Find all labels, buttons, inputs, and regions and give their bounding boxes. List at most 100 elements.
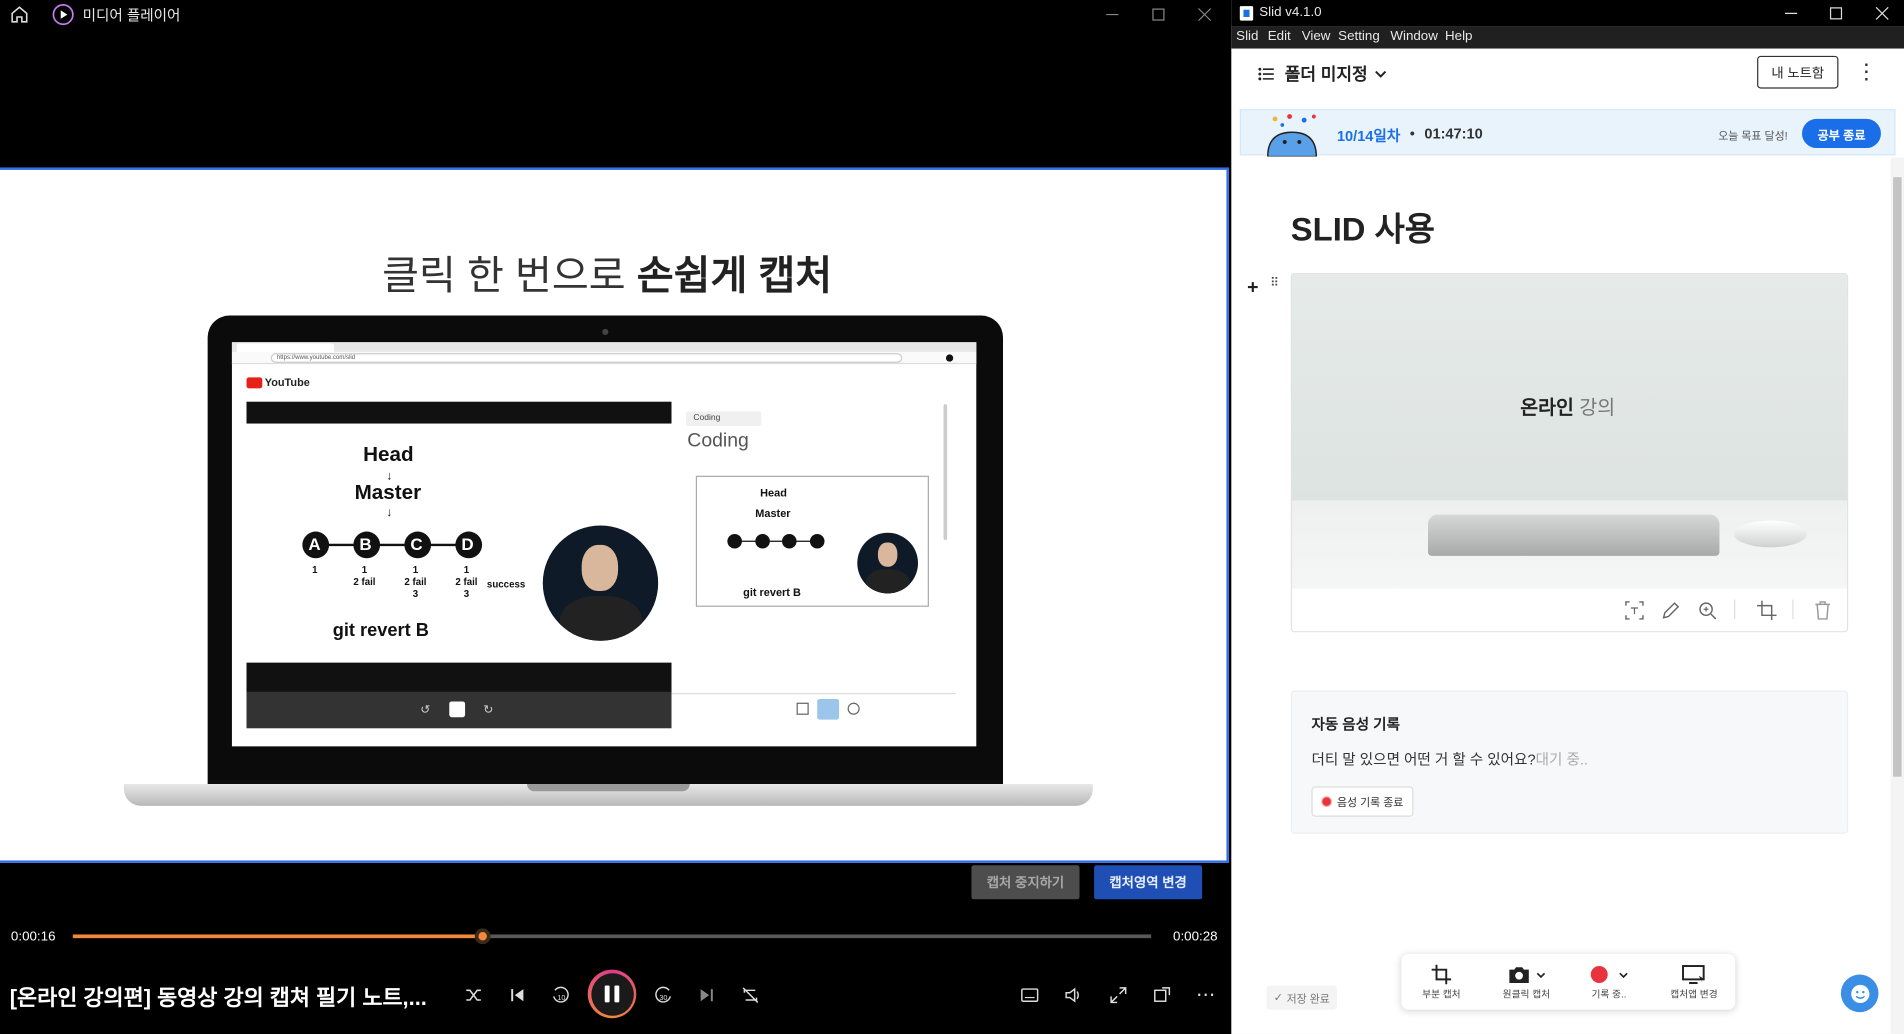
- oneclick-capture-button[interactable]: 원클릭 캡처: [1496, 964, 1557, 1002]
- subtitles-icon[interactable]: [1015, 981, 1044, 1010]
- rewind-10-icon[interactable]: 10: [546, 981, 575, 1010]
- record-icon: [1321, 796, 1333, 808]
- maximize-icon[interactable]: [1814, 0, 1858, 27]
- seek-bar[interactable]: [72, 928, 1152, 945]
- svg-text:10: 10: [557, 993, 565, 1002]
- menu-help[interactable]: Help: [1445, 29, 1472, 44]
- presenter-avatar: [542, 525, 659, 641]
- text-extract-icon[interactable]: [1624, 600, 1646, 622]
- minimize-icon[interactable]: [1090, 0, 1134, 29]
- smile-icon: [1850, 984, 1869, 1003]
- capture-area-change-button[interactable]: 캡처영역 변경: [1094, 865, 1203, 900]
- slid-window-title: Slid v4.1.0: [1259, 4, 1322, 20]
- node-d: D: [461, 533, 474, 554]
- crop-icon[interactable]: [1756, 600, 1778, 622]
- maximize-icon[interactable]: [1137, 0, 1181, 29]
- captured-image-block[interactable]: 온라인 강의: [1290, 273, 1849, 633]
- editor-scrollbar[interactable]: [1890, 157, 1904, 1034]
- forward-icon[interactable]: ↻: [483, 704, 493, 717]
- menu-setting[interactable]: Setting: [1338, 29, 1380, 44]
- repeat-off-icon[interactable]: [736, 981, 765, 1010]
- chevron-down-icon: [1375, 70, 1387, 78]
- slide-heading: 클릭 한 번으로 손쉽게 캡처: [382, 252, 833, 298]
- slid-logo-icon: [1239, 6, 1254, 21]
- end-study-button[interactable]: 공부 종료: [1802, 118, 1881, 149]
- forward-30-icon[interactable]: 30: [648, 981, 677, 1010]
- previous-icon[interactable]: [503, 981, 532, 1010]
- voice-record-stop-button[interactable]: 음성 기록 종료: [1311, 786, 1414, 817]
- my-notes-button[interactable]: 내 노트함: [1757, 55, 1839, 89]
- pause-icon[interactable]: [449, 701, 466, 718]
- image-caption: 온라인 강의: [1520, 398, 1616, 419]
- menu-window[interactable]: Window: [1390, 29, 1438, 44]
- slid-menubar: Slid Edit View Setting Window Help: [1231, 26, 1904, 49]
- chat-support-button[interactable]: [1840, 974, 1879, 1013]
- edit-pen-icon[interactable]: [1660, 600, 1682, 622]
- mascot-icon: [1263, 113, 1321, 157]
- menu-slid[interactable]: Slid: [1236, 29, 1258, 44]
- panel-scrollbar[interactable]: [943, 404, 948, 541]
- miniplayer-icon[interactable]: [1148, 981, 1177, 1010]
- study-day: 10/14일차: [1336, 127, 1401, 145]
- fullscreen-icon[interactable]: [1104, 981, 1133, 1010]
- check-icon: ✓: [1273, 990, 1283, 1004]
- record-button[interactable]: 기록 중..: [1585, 964, 1634, 1002]
- diagram-head: Head: [363, 442, 414, 467]
- panel-title: Coding: [687, 430, 749, 452]
- trash-icon[interactable]: [1812, 600, 1834, 622]
- next-icon[interactable]: [692, 981, 721, 1010]
- monitor-icon: [1682, 965, 1705, 984]
- slid-window: Slid v4.1.0 Slid Edit View Setting Windo…: [1231, 0, 1904, 1034]
- laptop-photo: [1428, 514, 1720, 556]
- volume-icon[interactable]: [1059, 981, 1088, 1010]
- more-vertical-icon[interactable]: · · ·: [1864, 56, 1870, 88]
- pause-icon: [590, 972, 634, 1016]
- video-frame[interactable]: 클릭 한 번으로 손쉽게 캡처 https://www.youtube.com/…: [0, 167, 1229, 863]
- seek-bar-progress: [72, 934, 483, 939]
- folder-selector[interactable]: 폴더 미지정: [1258, 62, 1387, 86]
- voice-transcript: 더티 말 있으면 어떤 거 할 수 있어요?대기 중..: [1311, 751, 1588, 769]
- drag-handle-icon[interactable]: ⠿: [1270, 277, 1279, 289]
- document-title[interactable]: SLID 사용: [1291, 203, 1435, 250]
- crop-icon: [1431, 964, 1452, 985]
- close-icon[interactable]: [1183, 0, 1227, 29]
- node-a: A: [308, 533, 321, 554]
- oneclick-capture-icon[interactable]: [817, 699, 840, 720]
- media-player-window: 미디어 플레이어 클릭 한 번으로 손쉽게 캡처 https://www.you…: [0, 0, 1229, 1034]
- total-time: 0:00:28: [1173, 929, 1218, 945]
- capture-app-change-button[interactable]: 캡처앱 변경: [1664, 964, 1725, 1002]
- more-icon[interactable]: ⋯: [1191, 981, 1220, 1010]
- laptop-camera: [602, 328, 609, 335]
- record-icon[interactable]: [847, 702, 860, 715]
- menu-view[interactable]: View: [1302, 29, 1331, 44]
- mouse-photo: [1734, 520, 1807, 548]
- play-pause-button[interactable]: [587, 969, 637, 1019]
- replay-icon[interactable]: ↺: [420, 704, 430, 717]
- area-capture-icon[interactable]: [796, 702, 809, 715]
- node-b: B: [359, 533, 372, 554]
- add-block-icon[interactable]: +: [1247, 278, 1258, 300]
- home-icon[interactable]: [10, 5, 29, 24]
- menu-edit[interactable]: Edit: [1268, 29, 1291, 44]
- panel-select[interactable]: Coding: [686, 411, 762, 426]
- browser-toolbar: https://www.youtube.com/slid: [231, 351, 977, 365]
- browser-tab-strip: [231, 342, 977, 352]
- video-title: [온라인 강의편] 동영상 강의 캡쳐 필기 노트,...: [9, 985, 427, 1010]
- record-icon: [1590, 966, 1608, 984]
- voice-record-title: 자동 음성 기록: [1311, 716, 1400, 734]
- chevron-down-icon: [1536, 972, 1546, 978]
- laptop-base: [123, 783, 1093, 806]
- close-icon[interactable]: [1860, 0, 1904, 27]
- youtube-video[interactable]: ↺ ↻ Head ↓ Master ↓ A B C D 1 1 2 fail 1…: [246, 401, 672, 729]
- captured-image-thumb: Head Master git revert B: [695, 475, 929, 607]
- browser-url: https://www.youtube.com/slid: [270, 353, 903, 363]
- captured-image: 온라인 강의: [1292, 274, 1847, 589]
- seek-thumb[interactable]: [475, 928, 492, 945]
- area-capture-button[interactable]: 부분 캡처: [1417, 964, 1466, 1002]
- shuffle-icon[interactable]: [459, 981, 488, 1010]
- capture-stop-button[interactable]: 캡처 중지하기: [971, 865, 1080, 900]
- zoom-in-icon[interactable]: [1696, 600, 1718, 622]
- media-player-titlebar: 미디어 플레이어: [0, 0, 1229, 30]
- minimize-icon[interactable]: [1769, 0, 1813, 27]
- study-banner: 10/14일차 • 01:47:10 오늘 목표 달성! 공부 종료: [1239, 109, 1896, 157]
